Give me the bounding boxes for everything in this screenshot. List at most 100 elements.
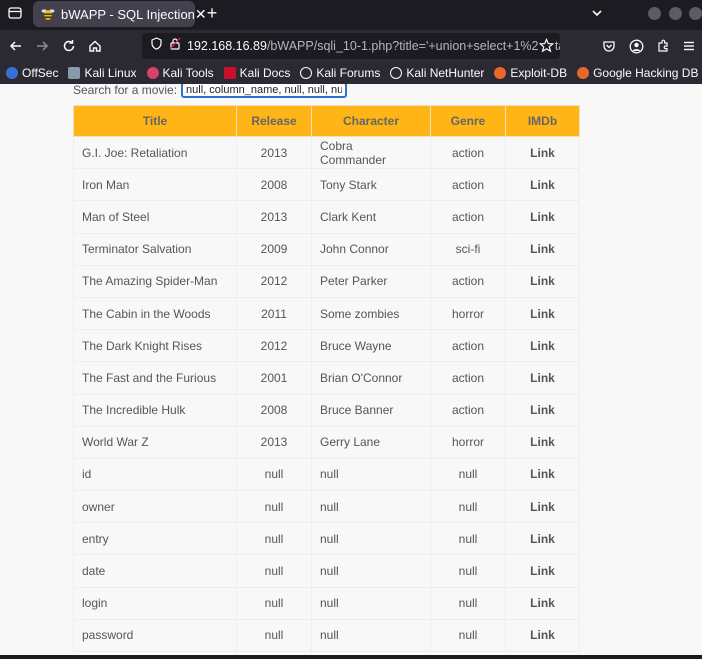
cell-release: 2008 — [236, 168, 312, 202]
insecure-lock-icon[interactable] — [169, 37, 181, 55]
minimize-button[interactable] — [648, 7, 661, 20]
cell-imdb: Link — [505, 200, 580, 234]
table-row: The Cabin in the Woods 2011 Some zombies ho… — [73, 296, 580, 331]
navigation-toolbar: 192.168.16.89/bWAPP/sqli_10-1.php?title=… — [0, 30, 702, 62]
cell-imdb: Link — [505, 264, 580, 298]
imdb-link[interactable]: Link — [530, 146, 555, 160]
search-input[interactable] — [181, 84, 348, 98]
cell-character: Peter Parker — [311, 264, 431, 298]
bookmark-exploit-db[interactable]: Exploit-DB — [494, 66, 567, 80]
address-bar[interactable]: 192.168.16.89/bWAPP/sqli_10-1.php?title=… — [142, 33, 560, 59]
menu-icon[interactable] — [680, 37, 698, 55]
shield-icon[interactable] — [150, 37, 163, 55]
forward-icon[interactable] — [33, 37, 51, 55]
cell-imdb: Link — [505, 135, 580, 170]
cell-character: null — [311, 554, 431, 588]
bookmark-label: Exploit-DB — [510, 66, 568, 80]
cell-title: The Dark Knight Rises — [73, 329, 237, 363]
home-icon[interactable] — [86, 37, 104, 55]
cell-character: null — [311, 618, 431, 653]
header-character: Character — [311, 105, 431, 137]
browser-chrome: bWAPP - SQL Injection ✕ + 192.168.16.89/… — [0, 0, 702, 84]
page-content: Search for a movie: Title Release Charac… — [0, 84, 702, 655]
chevron-down-icon[interactable] — [590, 6, 604, 20]
cell-imdb: Link — [505, 361, 580, 395]
active-tab[interactable]: bWAPP - SQL Injection ✕ — [33, 1, 207, 27]
cell-genre: action — [430, 393, 506, 427]
cell-genre: null — [430, 457, 506, 492]
imdb-link[interactable]: Link — [530, 178, 555, 192]
cell-character: Gerry Lane — [311, 425, 431, 459]
cell-character: Cobra Commander — [311, 135, 431, 170]
bookmark-kali-docs[interactable]: Kali Docs — [223, 66, 291, 80]
bookmark-kali-forums[interactable]: Kali Forums — [300, 66, 380, 80]
cell-genre: action — [430, 329, 506, 363]
cell-release: null — [236, 490, 312, 524]
cell-character: null — [311, 457, 431, 492]
bee-favicon-icon — [41, 7, 55, 21]
table-row: The Fast and the Furious 2001 Brian O'Conn… — [73, 361, 580, 395]
cell-genre: action — [430, 168, 506, 202]
cell-genre: null — [430, 554, 506, 588]
tab-title: bWAPP - SQL Injection — [61, 6, 195, 22]
cell-title: Man of Steel — [73, 200, 237, 234]
cell-genre: null — [430, 618, 506, 653]
bookmark-offsec[interactable]: OffSec — [6, 66, 58, 80]
cell-release: 2012 — [236, 264, 312, 298]
bookmark-label: Kali NetHunter — [406, 66, 485, 80]
table-row: login null null null Link — [73, 586, 580, 620]
cell-genre: null — [430, 522, 506, 556]
imdb-link[interactable]: Link — [530, 307, 555, 321]
bookmark-kali-nethunter[interactable]: Kali NetHunter — [390, 66, 484, 80]
cell-character: null — [311, 586, 431, 620]
table-row: World War Z 2013 Gerry Lane horror Link — [73, 425, 580, 459]
imdb-link[interactable]: Link — [530, 467, 555, 481]
bookmark-star-icon[interactable] — [538, 38, 555, 53]
imdb-link[interactable]: Link — [530, 564, 555, 578]
cell-imdb: Link — [505, 168, 580, 202]
table-row: Man of Steel 2013 Clark Kent action Link — [73, 200, 580, 234]
bookmark-kali-tools[interactable]: Kali Tools — [146, 66, 214, 80]
imdb-link[interactable]: Link — [530, 403, 555, 417]
maximize-button[interactable] — [669, 7, 682, 20]
cell-title: entry — [73, 522, 237, 556]
kali-dragon-icon — [68, 67, 81, 79]
tab-list-icon[interactable] — [6, 4, 24, 22]
imdb-link[interactable]: Link — [530, 500, 555, 514]
cell-genre: horror — [430, 425, 506, 459]
imdb-link[interactable]: Link — [530, 339, 555, 353]
cell-title: The Fast and the Furious — [73, 361, 237, 395]
header-genre: Genre — [430, 105, 506, 137]
cell-release: null — [236, 618, 312, 653]
imdb-link[interactable]: Link — [530, 210, 555, 224]
ghdb-icon — [577, 67, 590, 79]
imdb-link[interactable]: Link — [530, 596, 555, 610]
imdb-link[interactable]: Link — [530, 274, 555, 288]
back-icon[interactable] — [7, 37, 25, 55]
account-icon[interactable] — [627, 37, 645, 55]
reload-icon[interactable] — [60, 37, 78, 55]
pocket-icon[interactable] — [600, 37, 618, 55]
table-row: entry null null null Link — [73, 522, 580, 556]
bookmark-google-hacking-db[interactable]: Google Hacking DB — [577, 66, 698, 80]
table-row: The Amazing Spider-Man 2012 Peter Parker ac… — [73, 264, 580, 298]
imdb-link[interactable]: Link — [530, 435, 555, 449]
imdb-link[interactable]: Link — [530, 628, 555, 642]
extensions-icon[interactable] — [654, 37, 672, 55]
close-window-button[interactable] — [689, 7, 702, 20]
cell-imdb: Link — [505, 296, 580, 331]
bookmark-label: Kali Docs — [239, 66, 291, 80]
imdb-link[interactable]: Link — [530, 371, 555, 385]
bookmarks-toolbar: OffSec Kali Linux Kali Tools Kali Docs K… — [0, 62, 702, 84]
bookmark-kali-linux[interactable]: Kali Linux — [68, 66, 137, 80]
cell-genre: horror — [430, 296, 506, 331]
url-text[interactable]: 192.168.16.89/bWAPP/sqli_10-1.php?title=… — [187, 39, 560, 53]
imdb-link[interactable]: Link — [530, 242, 555, 256]
cell-title: date — [73, 554, 237, 588]
new-tab-icon[interactable]: + — [203, 4, 221, 22]
kali-tools-icon — [146, 67, 159, 79]
cell-release: 2011 — [236, 296, 312, 331]
cell-character: null — [311, 490, 431, 524]
imdb-link[interactable]: Link — [530, 532, 555, 546]
cell-genre: action — [430, 361, 506, 395]
